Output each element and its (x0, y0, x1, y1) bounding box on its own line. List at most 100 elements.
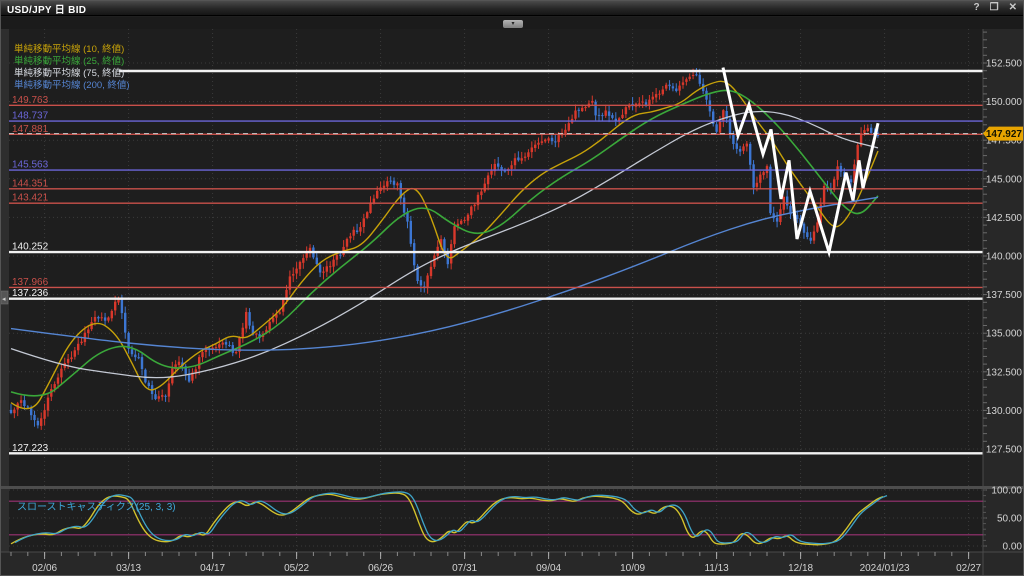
candle-down (698, 74, 701, 84)
stoch-legend-label: スローストキャスティクス(25, 3, 3) (17, 501, 176, 513)
candle-up (567, 123, 570, 131)
time-axis-label: 2024/01/23 (860, 563, 910, 574)
candle-up (486, 175, 490, 185)
candle-up (308, 247, 312, 252)
candle-down (786, 196, 789, 206)
price-axis-label: 142.500 (986, 213, 1023, 224)
candle-up (40, 418, 43, 426)
legend-item-ma: 単純移動平均線 (75, 終値) (14, 67, 124, 79)
candle-up (302, 258, 305, 263)
price-level-label: 148.737 (12, 111, 49, 122)
candle-up (762, 172, 765, 176)
candle-up (540, 141, 544, 143)
candle-down (26, 406, 29, 408)
candle-up (295, 268, 298, 274)
candle-up (382, 185, 386, 188)
candle-up (624, 107, 628, 115)
candle-down (33, 414, 36, 421)
candle-up (480, 191, 483, 196)
help-icon[interactable]: ? (974, 3, 980, 13)
candle-down (809, 237, 812, 241)
time-axis-label: 02/06 (32, 563, 57, 574)
candle-up (426, 275, 429, 288)
time-axis-panel[interactable] (1, 552, 983, 576)
candle-up (544, 139, 547, 142)
price-level-label: 137.966 (12, 277, 49, 288)
price-axis-label: 132.500 (986, 367, 1023, 378)
candle-up (322, 271, 325, 273)
candle-down (248, 312, 251, 326)
price-axis-label: 140.000 (986, 252, 1023, 263)
candle-up (584, 106, 587, 109)
maximize-icon[interactable]: ❐ (990, 3, 999, 13)
candle-down (738, 148, 742, 152)
candle-up (836, 166, 839, 180)
candle-up (534, 144, 537, 148)
candle-up (665, 84, 668, 89)
candle-up (53, 384, 56, 389)
candle-up (376, 190, 379, 199)
candle-up (80, 341, 83, 344)
candle-up (513, 158, 517, 166)
candle-down (695, 74, 698, 76)
candle-down (402, 197, 406, 213)
candle-up (574, 110, 577, 119)
time-axis-label: 05/22 (284, 563, 309, 574)
time-axis-label: 02/27 (956, 563, 981, 574)
close-icon[interactable]: ✕ (1009, 3, 1017, 13)
candle-down (775, 217, 779, 222)
candle-down (668, 84, 671, 87)
candle-down (147, 382, 150, 386)
candle-down (103, 317, 107, 321)
candle-down (554, 141, 557, 143)
candle-down (735, 143, 738, 149)
candle-up (510, 165, 513, 169)
time-axis-label: 12/18 (788, 563, 813, 574)
candle-up (241, 327, 244, 338)
price-chart-canvas[interactable]: 149.763148.737147.881145.563144.351143.4… (1, 29, 1024, 576)
candle-up (547, 138, 550, 141)
candle-down (870, 127, 873, 133)
candle-down (594, 101, 597, 116)
candle-up (198, 357, 201, 369)
candle-up (520, 158, 523, 161)
panel-splitter[interactable] (1, 486, 1024, 489)
candle-up (77, 343, 80, 351)
candle-down (413, 243, 416, 266)
candle-down (769, 166, 772, 214)
candle-up (214, 347, 218, 349)
candle-up (661, 89, 664, 95)
candle-up (460, 220, 463, 224)
title-bar[interactable]: USD/JPY 日 BID ? ❐ ✕ (1, 1, 1023, 16)
candle-up (60, 368, 63, 378)
candle-up (453, 226, 456, 245)
candle-down (140, 357, 144, 369)
candle-down (597, 114, 601, 116)
candle-down (339, 254, 342, 256)
candle-up (70, 357, 73, 360)
candle-up (641, 101, 644, 103)
candle-down (419, 280, 423, 286)
time-axis-label: 06/26 (368, 563, 393, 574)
candle-down (124, 312, 127, 333)
time-axis-label: 09/04 (536, 563, 561, 574)
time-axis-label: 11/13 (704, 563, 729, 574)
candle-up (745, 143, 748, 147)
price-axis-label: 152.500 (986, 59, 1023, 70)
price-axis-label: 150.000 (986, 97, 1023, 108)
candle-up (66, 358, 70, 363)
candle-down (36, 420, 40, 426)
collapse-panel-button[interactable]: ▾ (503, 20, 523, 28)
candle-down (517, 157, 520, 161)
candle-up (161, 395, 164, 397)
candle-down (601, 115, 604, 117)
candle-up (352, 229, 355, 236)
candle-down (318, 264, 322, 273)
candle-up (470, 206, 473, 216)
candle-up (396, 183, 399, 186)
candle-up (329, 266, 332, 268)
candle-up (255, 333, 258, 335)
candle-down (446, 253, 449, 265)
current-price-value: 147.927 (986, 129, 1023, 140)
candle-up (450, 244, 453, 264)
